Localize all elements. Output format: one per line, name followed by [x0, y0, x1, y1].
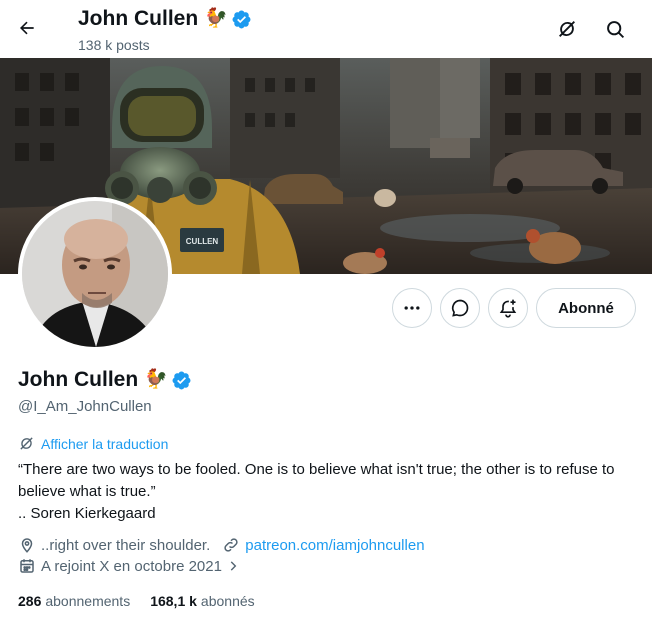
show-translation-link[interactable]: Afficher la traduction [18, 435, 168, 452]
profile-header-bar: John Cullen 🐓 138 k posts [0, 0, 652, 58]
profile-bio: “There are two ways to be fooled. One is… [18, 459, 638, 525]
following-link[interactable]: 286 abonnements [18, 593, 130, 609]
translate-toggle-button[interactable] [549, 11, 585, 47]
translate-slash-icon [20, 437, 33, 450]
message-button[interactable] [440, 288, 480, 328]
profile-handle: @I_Am_JohnCullen [18, 398, 152, 415]
followers-link[interactable]: 168,1 k abonnés [150, 593, 254, 609]
following-count: 286 [18, 593, 42, 609]
notifications-button[interactable] [488, 288, 528, 328]
more-dots-icon [404, 306, 420, 310]
chevron-right-icon [230, 561, 237, 571]
followers-count: 168,1 k [150, 593, 197, 609]
translation-label: Afficher la traduction [41, 435, 169, 452]
verified-badge-icon[interactable] [171, 370, 192, 391]
joined-date: A rejoint X en octobre 2021 [41, 557, 222, 575]
arrow-left-icon [20, 21, 34, 35]
rooster-emoji: 🐓 [204, 8, 228, 29]
bio-quote: “There are two ways to be fooled. One is… [18, 461, 615, 500]
bio-attribution: .. Soren Kierkegaard [18, 505, 156, 522]
search-icon [606, 20, 624, 38]
header-name: John Cullen [78, 7, 199, 30]
post-count: 138 k posts [78, 37, 150, 53]
profile-avatar[interactable] [18, 197, 172, 351]
followers-label: abonnés [200, 593, 255, 609]
translate-slash-icon [559, 21, 575, 37]
joined-row[interactable]: A rejoint X en octobre 2021 [18, 557, 240, 575]
location-item: ..right over their shoulder. [18, 536, 210, 554]
location-text: ..right over their shoulder. [41, 536, 211, 554]
link-chain-icon [224, 538, 238, 552]
search-button[interactable] [597, 11, 633, 47]
more-options-button[interactable] [392, 288, 432, 328]
profile-name-row: John Cullen 🐓 [18, 366, 192, 394]
rooster-emoji: 🐓 [144, 369, 168, 390]
banner-suit-text: CULLEN [186, 237, 219, 246]
following-label: abonnements [45, 593, 131, 609]
website-link[interactable]: patreon.com/iamjohncullen [245, 537, 424, 554]
back-button[interactable] [10, 11, 44, 45]
verified-badge-icon [231, 9, 252, 30]
message-bubble-icon [451, 299, 469, 317]
avatar-photo [22, 201, 168, 347]
calendar-icon [20, 559, 34, 573]
following-button[interactable]: Abonné [536, 288, 636, 328]
website-item[interactable]: patreon.com/iamjohncullen [222, 536, 425, 554]
follow-stats: 286 abonnements 168,1 k abonnés [18, 593, 255, 609]
bell-plus-icon [499, 299, 517, 318]
profile-name: John Cullen [18, 368, 139, 391]
location-pin-icon [21, 538, 33, 553]
profile-meta-row: ..right over their shoulder. patreon.com… [18, 536, 425, 554]
header-title: John Cullen 🐓 [78, 6, 252, 32]
